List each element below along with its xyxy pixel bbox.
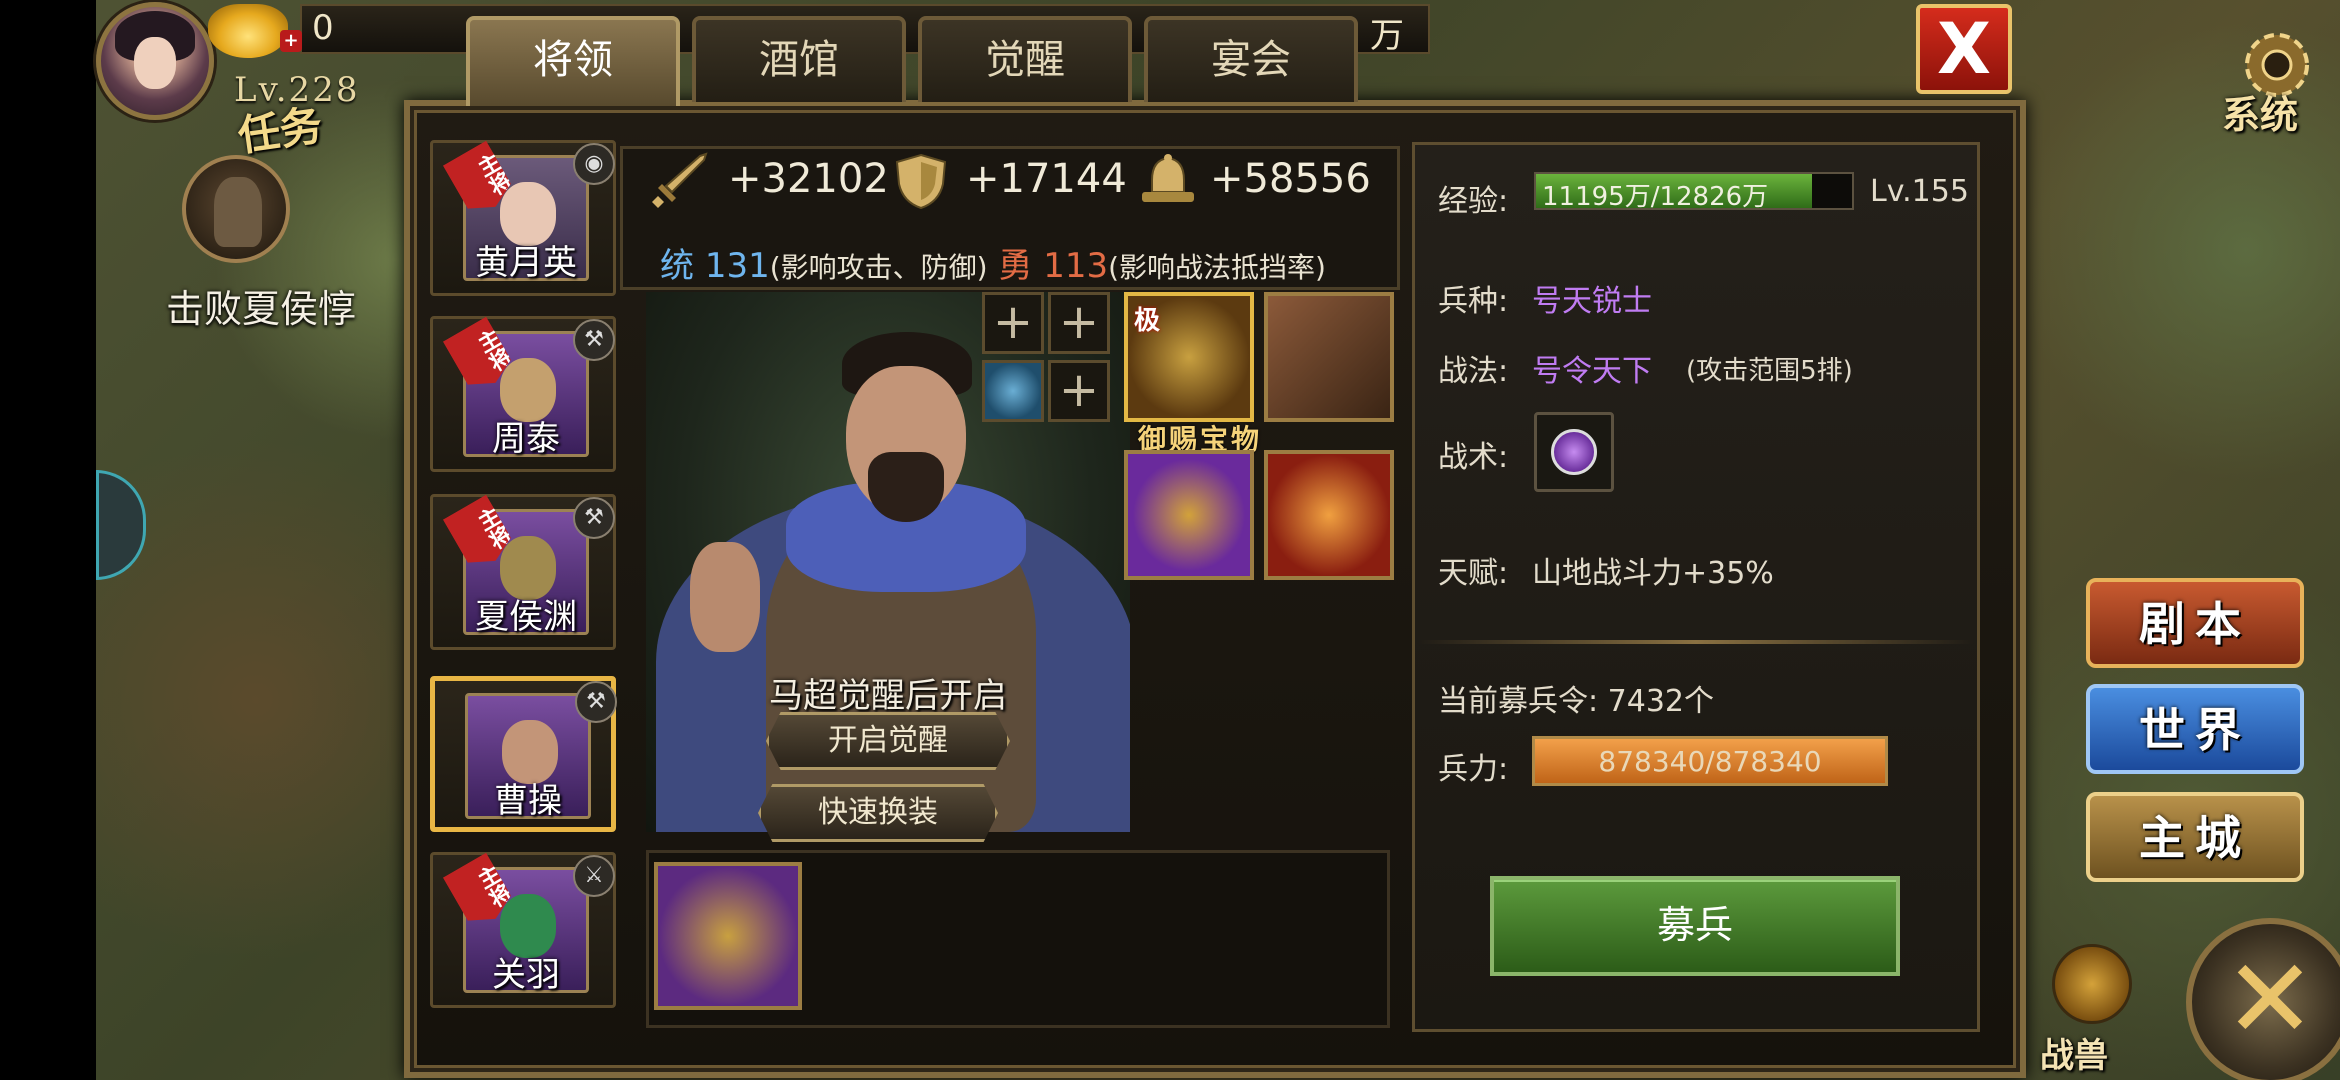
yong-note: (影响战法抵挡率) <box>1108 251 1326 284</box>
war-beast-icon[interactable] <box>2052 944 2132 1024</box>
defense-value: +17144 <box>966 156 1127 202</box>
hero-name: 黄月英 <box>475 243 577 283</box>
tab-generals[interactable]: 将领 <box>466 16 680 106</box>
tab-banquet[interactable]: 宴会 <box>1144 16 1358 102</box>
hero-card-caocao[interactable]: ⚒ 曹操 <box>430 676 617 832</box>
tong-note: (影响攻击、防御) <box>769 251 988 284</box>
art-label: 战术: <box>1438 440 1509 475</box>
troop-type-label: 兵种: <box>1438 284 1509 319</box>
close-menu-round-button[interactable]: ✕ <box>2186 918 2340 1080</box>
troop-type-value[interactable]: 号天锐士 <box>1532 276 1652 320</box>
attribute-line: 统 131(影响攻击、防御) 勇 113(影响战法抵挡率) <box>660 238 1326 287</box>
troops-value: 878340/878340 <box>1598 745 1822 778</box>
treasure-slot-armor[interactable] <box>1124 450 1254 580</box>
hero-name: 夏侯渊 <box>475 597 577 637</box>
task-title: 任务 <box>234 100 325 161</box>
tactic-label: 战法: <box>1438 354 1509 389</box>
hp-helmet-icon <box>1142 154 1194 202</box>
axe-icon: ⚒ <box>573 497 615 539</box>
hero-card-xiahouyuan[interactable]: 主将 ⚒ 夏侯渊 <box>430 494 616 650</box>
hero-name: 关羽 <box>492 955 560 995</box>
script-button[interactable]: 剧本 <box>2086 578 2304 668</box>
hero-name: 曹操 <box>494 781 562 821</box>
equip-slot-beast[interactable]: 极 <box>1124 292 1254 422</box>
recruit-button[interactable]: 募兵 <box>1490 876 1900 976</box>
exp-bar: 11195万/12826万 <box>1534 172 1854 212</box>
hero-name: 周泰 <box>492 419 560 459</box>
portrait-beard <box>868 452 944 522</box>
tactic-note: (攻击范围5排) <box>1686 356 1853 386</box>
resource-unit: 万 <box>1370 16 1404 56</box>
treasure-slot-spear[interactable] <box>1264 450 1394 580</box>
close-button[interactable]: X <box>1916 4 2012 94</box>
avatar-face <box>134 37 176 89</box>
equip-slot-empty[interactable]: + <box>982 292 1044 354</box>
spear-icon: ⚔ <box>573 855 615 897</box>
equip-slot-book[interactable] <box>1264 292 1394 422</box>
attack-value: +32102 <box>728 156 889 202</box>
ji-badge: 极 <box>1134 306 1161 336</box>
yong-label: 勇 <box>998 246 1033 286</box>
hp-value: +58556 <box>1210 156 1371 202</box>
tactic-value[interactable]: 号令天下 <box>1532 346 1652 390</box>
system-label[interactable]: 系统 <box>2222 84 2298 139</box>
war-beast-label[interactable]: 战兽 <box>2040 1028 2108 1077</box>
general-level: Lv.155 <box>1870 174 1969 209</box>
tab-awaken[interactable]: 觉醒 <box>918 16 1132 102</box>
gold-ingot-icon <box>208 4 288 58</box>
equip-slot-empty[interactable]: + <box>1048 292 1110 354</box>
screen-edge <box>0 0 96 1080</box>
info-divider <box>1418 640 1974 644</box>
troops-label: 兵力: <box>1438 752 1509 787</box>
exp-value: 11195万/12826万 <box>1542 182 1769 212</box>
attack-icon <box>652 152 708 208</box>
main-city-button[interactable]: 主城 <box>2086 792 2304 882</box>
talent-label: 天赋: <box>1438 556 1509 591</box>
tactic-slot[interactable] <box>1534 412 1614 492</box>
player-avatar[interactable] <box>96 2 214 120</box>
task-icon[interactable] <box>182 155 290 263</box>
defense-icon <box>895 153 947 210</box>
task-description[interactable]: 击败夏侯惇 <box>166 278 356 333</box>
hero-card-huangyueying[interactable]: 主将 ◉ 黄月英 <box>430 140 616 296</box>
tong-value: 131 <box>704 246 770 286</box>
add-gold-icon[interactable]: + <box>280 30 302 52</box>
axe-icon: ⚒ <box>573 319 615 361</box>
tactic-gem-icon <box>1551 429 1597 475</box>
portrait-hand <box>690 542 760 652</box>
awaken-note: 马超觉醒后开启 <box>769 676 1007 716</box>
hero-card-guanyu[interactable]: 主将 ⚔ 关羽 <box>430 852 616 1008</box>
world-button[interactable]: 世界 <box>2086 684 2304 774</box>
axe-icon: ⚒ <box>575 681 617 723</box>
hero-card-zhoutai[interactable]: 主将 ⚒ 周泰 <box>430 316 616 472</box>
troops-bar: 878340/878340 <box>1532 736 1888 786</box>
camera-icon: ◉ <box>573 143 615 185</box>
equip-slot-gem[interactable] <box>982 360 1044 422</box>
quick-equip-button[interactable]: 快速换装 <box>758 784 998 842</box>
item-slot-mount[interactable] <box>654 862 802 1010</box>
equip-slot-empty[interactable]: + <box>1048 360 1110 422</box>
gold-count: 0 <box>312 8 334 48</box>
talent-value: 山地战斗力+35% <box>1532 556 1774 591</box>
recruit-tokens: 当前募兵令: 7432个 <box>1438 684 1714 719</box>
exp-label: 经验: <box>1438 184 1509 219</box>
open-awaken-button[interactable]: 开启觉醒 <box>766 712 1010 770</box>
tab-tavern[interactable]: 酒馆 <box>692 16 906 102</box>
tong-label: 统 <box>660 246 694 286</box>
yong-value: 113 <box>1043 246 1109 286</box>
task-warrior-icon <box>214 177 262 247</box>
